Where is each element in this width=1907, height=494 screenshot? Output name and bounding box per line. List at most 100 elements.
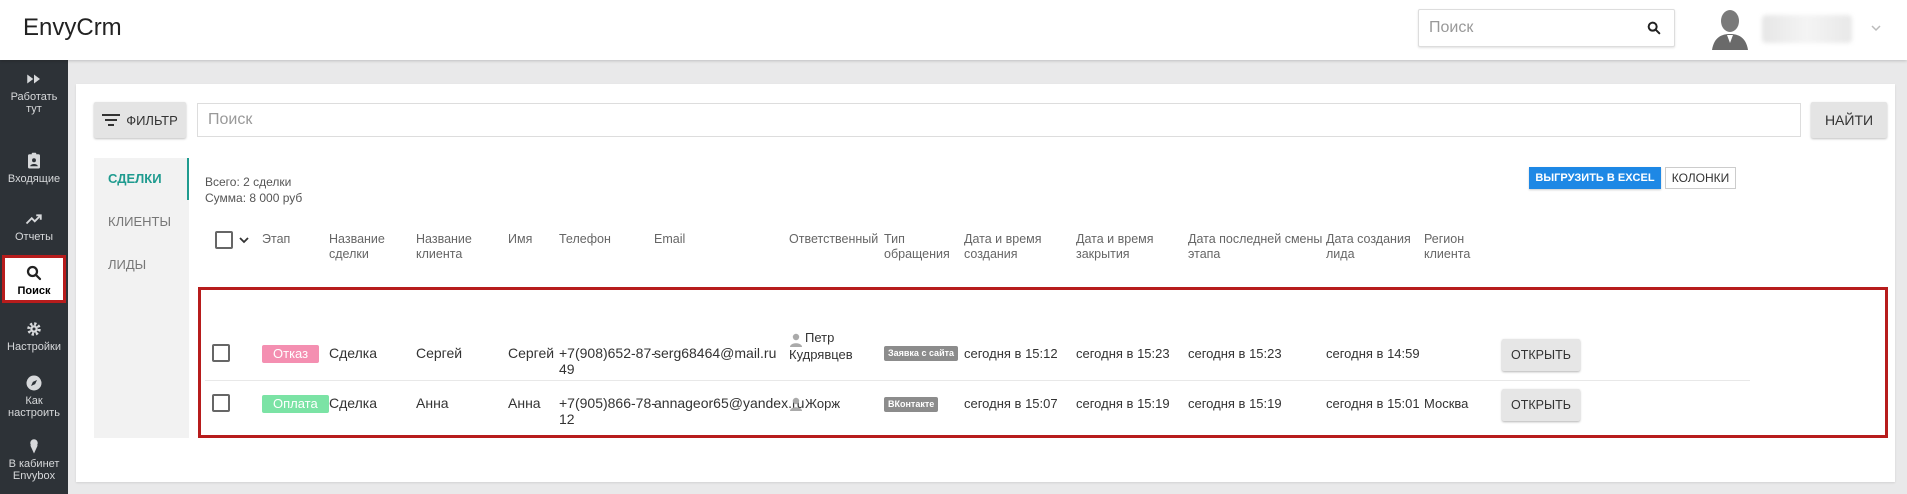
- find-button[interactable]: НАЙТИ: [1811, 102, 1887, 138]
- sidebar-item-label: Поиск: [17, 285, 51, 297]
- email-cell[interactable]: annageor65@yandex.ru: [654, 395, 804, 411]
- deal-name-cell[interactable]: Сделка: [329, 395, 377, 411]
- row-checkbox[interactable]: [212, 344, 230, 362]
- header-line: Регион: [1424, 232, 1465, 246]
- deal-name-cell[interactable]: Сделка: [329, 345, 377, 361]
- sidebar-item-label: Работать тут: [10, 91, 58, 115]
- stage-changed-cell: сегодня в 15:19: [1188, 396, 1282, 411]
- sidebar-item-label: В кабинет Envybox: [8, 458, 60, 482]
- column-header-deal-name[interactable]: Название сделки: [329, 232, 385, 262]
- export-excel-button[interactable]: ВЫГРУЗИТЬ В EXCEL: [1529, 167, 1661, 189]
- row-divider: [205, 380, 1750, 381]
- header-line: Дата и время: [964, 232, 1042, 246]
- phone-line: +7(905)866-78-: [559, 395, 656, 411]
- stage-badge: Оплата: [262, 395, 329, 413]
- top-search-input[interactable]: [1419, 10, 1629, 46]
- header-line: лида: [1326, 247, 1355, 261]
- header-line: закрытия: [1076, 247, 1130, 261]
- responsible-cell[interactable]: Петр: [805, 330, 834, 346]
- column-header-created[interactable]: Дата и время создания: [964, 232, 1042, 262]
- created-cell: сегодня в 15:12: [964, 346, 1058, 361]
- columns-button[interactable]: КОЛОНКИ: [1665, 167, 1736, 189]
- tab-deals[interactable]: СДЕЛКИ: [94, 158, 189, 200]
- fast-forward-icon: [27, 74, 40, 84]
- column-header-lead-created[interactable]: Дата создания лида: [1326, 232, 1411, 262]
- phone-cell[interactable]: +7(905)866-78- 12: [559, 395, 656, 427]
- chevron-down-icon[interactable]: [238, 235, 250, 245]
- user-name[interactable]: [1762, 15, 1852, 43]
- search-icon[interactable]: [1646, 20, 1662, 36]
- row-checkbox[interactable]: [212, 394, 230, 412]
- responsible-line: Петр: [805, 330, 835, 345]
- tab-leads[interactable]: ЛИДЫ: [94, 244, 189, 286]
- main-search-input[interactable]: [198, 104, 1800, 136]
- sidebar-item-envybox-cabinet[interactable]: В кабинет Envybox: [0, 437, 68, 482]
- filter-button-label: ФИЛЬТР: [126, 112, 178, 128]
- column-header-stage[interactable]: Этап: [262, 232, 290, 247]
- top-bar: EnvyCrm: [0, 0, 1907, 60]
- sidebar-item-settings[interactable]: Настройки: [0, 320, 68, 353]
- phone-line: 12: [559, 411, 575, 427]
- gear-icon: [27, 322, 41, 336]
- responsible-cell-line2: Кудрявцев: [789, 347, 853, 362]
- name-cell: Сергей: [508, 345, 555, 361]
- sidebar-item-label: Как настроить: [8, 395, 60, 419]
- column-header-region[interactable]: Регион клиента: [1424, 232, 1470, 262]
- responsible-cell[interactable]: Жорж: [805, 396, 840, 412]
- region-cell: Москва: [1424, 396, 1469, 411]
- sidebar-item-label: Настройки: [7, 341, 61, 353]
- name-cell: Анна: [508, 395, 541, 411]
- sidebar-item-label: Отчеты: [14, 231, 54, 243]
- deals-total-sum: Сумма: 8 000 руб: [205, 191, 303, 205]
- header-line: Тип: [884, 232, 905, 246]
- sidebar-item-work-here[interactable]: Работать тут: [0, 70, 68, 115]
- sidebar-item-inbox[interactable]: Входящие: [0, 152, 68, 185]
- header-line: Дата и время: [1076, 232, 1154, 246]
- request-type-tag: Заявка с сайта: [884, 346, 959, 361]
- column-header-phone[interactable]: Телефон: [559, 232, 611, 247]
- column-header-client-name[interactable]: Название клиента: [416, 232, 472, 262]
- sidebar: Работать тут Входящие Отчеты Поиск Настр…: [0, 60, 68, 494]
- column-header-name[interactable]: Имя: [508, 232, 532, 247]
- deals-total-count: Всего: 2 сделки: [205, 175, 292, 189]
- sidebar-item-label: Входящие: [7, 173, 61, 185]
- phone-line: 49: [559, 361, 575, 377]
- tab-clients[interactable]: КЛИЕНТЫ: [94, 201, 189, 243]
- main-search-box[interactable]: [197, 103, 1801, 137]
- column-header-closed[interactable]: Дата и время закрытия: [1076, 232, 1154, 262]
- lead-created-cell: сегодня в 15:01: [1326, 396, 1420, 411]
- phone-cell[interactable]: +7(908)652-87- 49: [559, 345, 656, 377]
- created-cell: сегодня в 15:07: [964, 396, 1058, 411]
- column-header-email[interactable]: Email: [654, 232, 685, 247]
- result-type-tabs: СДЕЛКИ КЛИЕНТЫ ЛИДЫ: [94, 158, 189, 438]
- trending-up-icon: [25, 214, 42, 225]
- email-cell[interactable]: serg68464@mail.ru: [654, 345, 776, 361]
- lead-created-cell: сегодня в 14:59: [1326, 346, 1420, 361]
- closed-cell: сегодня в 15:23: [1076, 346, 1170, 361]
- column-header-responsible[interactable]: Ответственный: [789, 232, 878, 247]
- filter-icon: [102, 114, 121, 126]
- header-line: Дата создания: [1326, 232, 1411, 246]
- column-header-request-type[interactable]: Тип обращения: [884, 232, 950, 262]
- select-all-checkbox[interactable]: [215, 231, 233, 249]
- sidebar-item-how-to-setup[interactable]: Как настроить: [0, 374, 68, 419]
- sidebar-item-reports[interactable]: Отчеты: [0, 210, 68, 243]
- top-search-box[interactable]: [1418, 9, 1675, 47]
- open-deal-button[interactable]: ОТКРЫТЬ: [1502, 339, 1580, 371]
- user-avatar-icon[interactable]: [1710, 6, 1750, 50]
- filter-button[interactable]: ФИЛЬТР: [94, 102, 186, 138]
- search-results-card: ФИЛЬТР НАЙТИ СДЕЛКИ КЛИЕНТЫ ЛИДЫ Всего: …: [76, 84, 1895, 482]
- column-header-stage-changed[interactable]: Дата последней смены этапа: [1188, 232, 1322, 262]
- header-line: Дата последней смены: [1188, 232, 1323, 246]
- header-line: клиента: [1424, 247, 1471, 261]
- open-deal-button[interactable]: ОТКРЫТЬ: [1502, 389, 1580, 421]
- app-title[interactable]: EnvyCrm: [23, 14, 122, 42]
- phone-line: +7(908)652-87-: [559, 345, 656, 361]
- client-name-cell[interactable]: Анна: [416, 395, 449, 411]
- client-name-cell[interactable]: Сергей: [416, 345, 462, 361]
- inbox-badge-icon: [28, 152, 40, 169]
- deals-table-panel: Всего: 2 сделки Сумма: 8 000 руб ВЫГРУЗИ…: [191, 158, 1887, 438]
- sidebar-item-search[interactable]: Поиск: [2, 255, 66, 303]
- chevron-down-icon[interactable]: [1870, 22, 1882, 34]
- header-line: создания: [964, 247, 1018, 261]
